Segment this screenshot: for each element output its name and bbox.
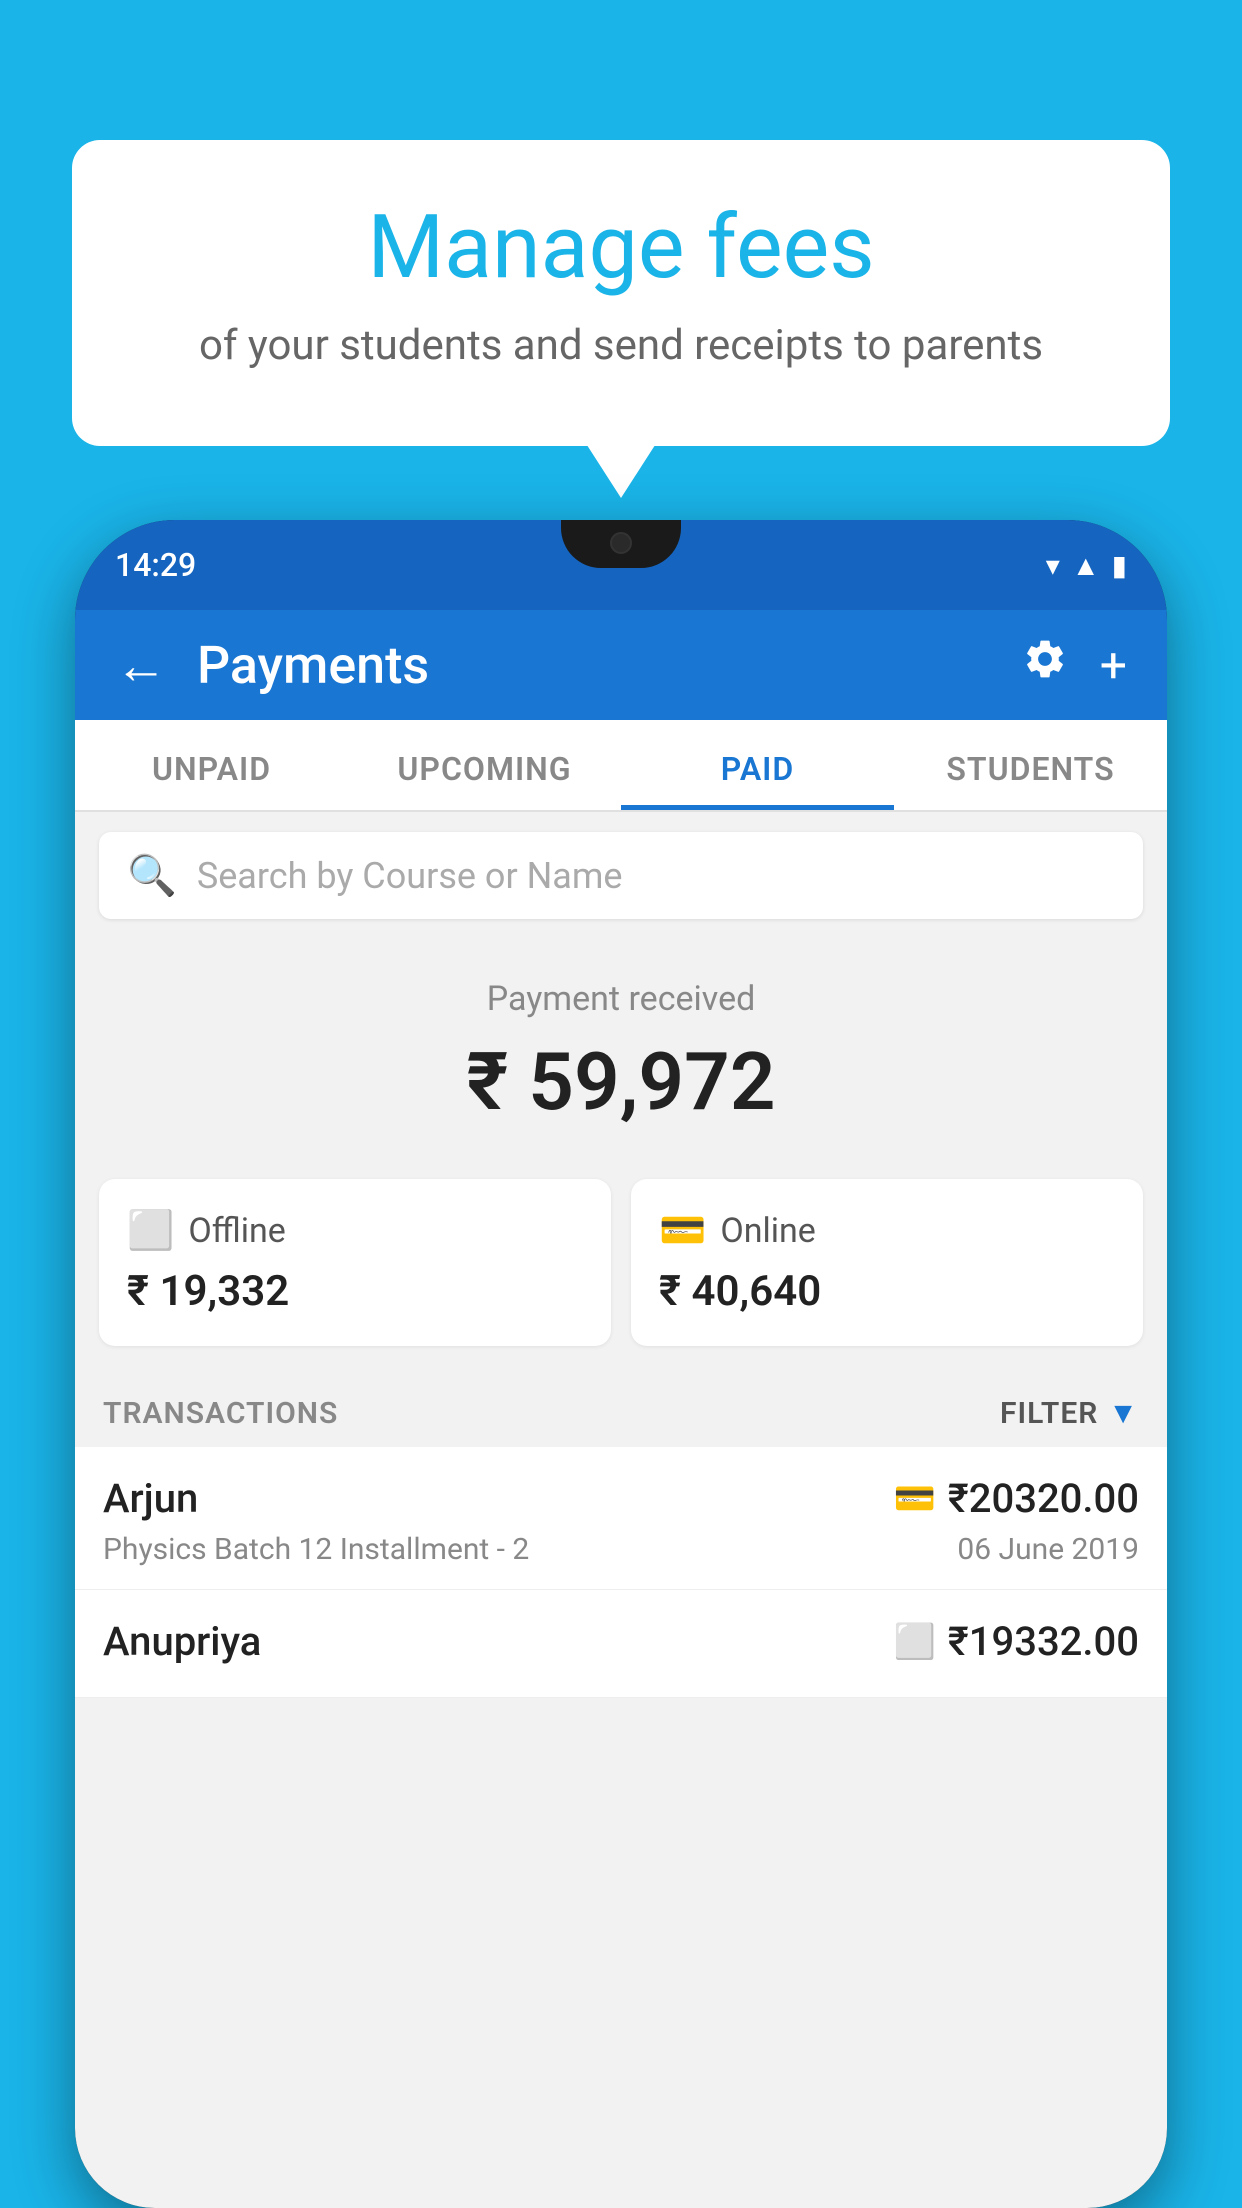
tab-upcoming[interactable]: UPCOMING xyxy=(348,720,621,810)
transactions-label: TRANSACTIONS xyxy=(103,1396,338,1431)
phone-frame: 14:29 ▾ ▲ ▮ ← Payments + UNPAID UPCOMING xyxy=(75,520,1167,2208)
screen-content: 🔍 Search by Course or Name Payment recei… xyxy=(75,812,1167,2208)
transaction-amount-2: ₹19332.00 xyxy=(948,1618,1139,1665)
online-label: Online xyxy=(720,1211,816,1251)
transaction-name: Arjun xyxy=(103,1475,198,1522)
bubble-subtitle: of your students and send receipts to pa… xyxy=(152,317,1090,376)
status-bar: 14:29 ▾ ▲ ▮ xyxy=(75,520,1167,610)
wifi-icon: ▾ xyxy=(1046,549,1060,582)
online-card-header: 💳 Online xyxy=(659,1209,1115,1253)
transaction-type-icon-2: ⬜ xyxy=(894,1622,936,1662)
transaction-top: Arjun 💳 ₹20320.00 xyxy=(103,1475,1139,1522)
transactions-header: TRANSACTIONS FILTER ▼ xyxy=(75,1376,1167,1447)
tab-bar: UNPAID UPCOMING PAID STUDENTS xyxy=(75,720,1167,812)
add-button[interactable]: + xyxy=(1100,637,1127,694)
transaction-row[interactable]: Arjun 💳 ₹20320.00 Physics Batch 12 Insta… xyxy=(75,1447,1167,1590)
transaction-row[interactable]: Anupriya ⬜ ₹19332.00 xyxy=(75,1590,1167,1698)
offline-label: Offline xyxy=(188,1211,285,1251)
search-icon: 🔍 xyxy=(127,852,177,899)
offline-amount: ₹ 19,332 xyxy=(127,1267,583,1316)
gear-icon xyxy=(1022,636,1068,682)
offline-card: ⬜ Offline ₹ 19,332 xyxy=(99,1179,611,1346)
transaction-amount: ₹20320.00 xyxy=(948,1475,1139,1522)
transaction-amount-wrap: 💳 ₹20320.00 xyxy=(894,1475,1139,1522)
speech-bubble: Manage fees of your students and send re… xyxy=(72,140,1170,446)
status-time: 14:29 xyxy=(115,546,196,584)
transaction-top-2: Anupriya ⬜ ₹19332.00 xyxy=(103,1618,1139,1665)
transaction-bottom: Physics Batch 12 Installment - 2 06 June… xyxy=(103,1532,1139,1567)
header-actions: + xyxy=(1022,636,1127,694)
tab-paid[interactable]: PAID xyxy=(621,720,894,810)
back-button[interactable]: ← xyxy=(115,635,167,696)
filter-label: FILTER xyxy=(1000,1396,1098,1431)
transaction-type-icon: 💳 xyxy=(894,1479,936,1519)
status-icons: ▾ ▲ ▮ xyxy=(1046,549,1127,582)
search-input[interactable]: Search by Course or Name xyxy=(197,855,623,897)
tab-students[interactable]: STUDENTS xyxy=(894,720,1167,810)
offline-icon: ⬜ xyxy=(127,1209,174,1253)
online-card: 💳 Online ₹ 40,640 xyxy=(631,1179,1143,1346)
online-icon: 💳 xyxy=(659,1209,706,1253)
notch xyxy=(561,520,681,568)
camera xyxy=(610,532,632,554)
transaction-date: 06 June 2019 xyxy=(957,1532,1139,1567)
signal-icon: ▲ xyxy=(1072,549,1100,582)
filter-button[interactable]: FILTER ▼ xyxy=(1000,1396,1139,1431)
payment-label: Payment received xyxy=(95,979,1147,1019)
payment-received-section: Payment received ₹ 59,972 xyxy=(75,939,1167,1159)
transaction-name-2: Anupriya xyxy=(103,1618,261,1665)
transaction-amount-wrap-2: ⬜ ₹19332.00 xyxy=(894,1618,1139,1665)
battery-icon: ▮ xyxy=(1112,549,1127,582)
app-header: ← Payments + xyxy=(75,610,1167,720)
filter-icon: ▼ xyxy=(1108,1396,1139,1431)
payment-cards: ⬜ Offline ₹ 19,332 💳 Online ₹ 40,640 xyxy=(75,1159,1167,1376)
search-bar[interactable]: 🔍 Search by Course or Name xyxy=(99,832,1143,919)
transaction-detail: Physics Batch 12 Installment - 2 xyxy=(103,1532,529,1567)
page-title: Payments xyxy=(197,635,1022,696)
bubble-title: Manage fees xyxy=(152,200,1090,297)
tab-unpaid[interactable]: UNPAID xyxy=(75,720,348,810)
online-amount: ₹ 40,640 xyxy=(659,1267,1115,1316)
offline-card-header: ⬜ Offline xyxy=(127,1209,583,1253)
settings-button[interactable] xyxy=(1022,636,1068,694)
payment-total-amount: ₹ 59,972 xyxy=(95,1035,1147,1129)
